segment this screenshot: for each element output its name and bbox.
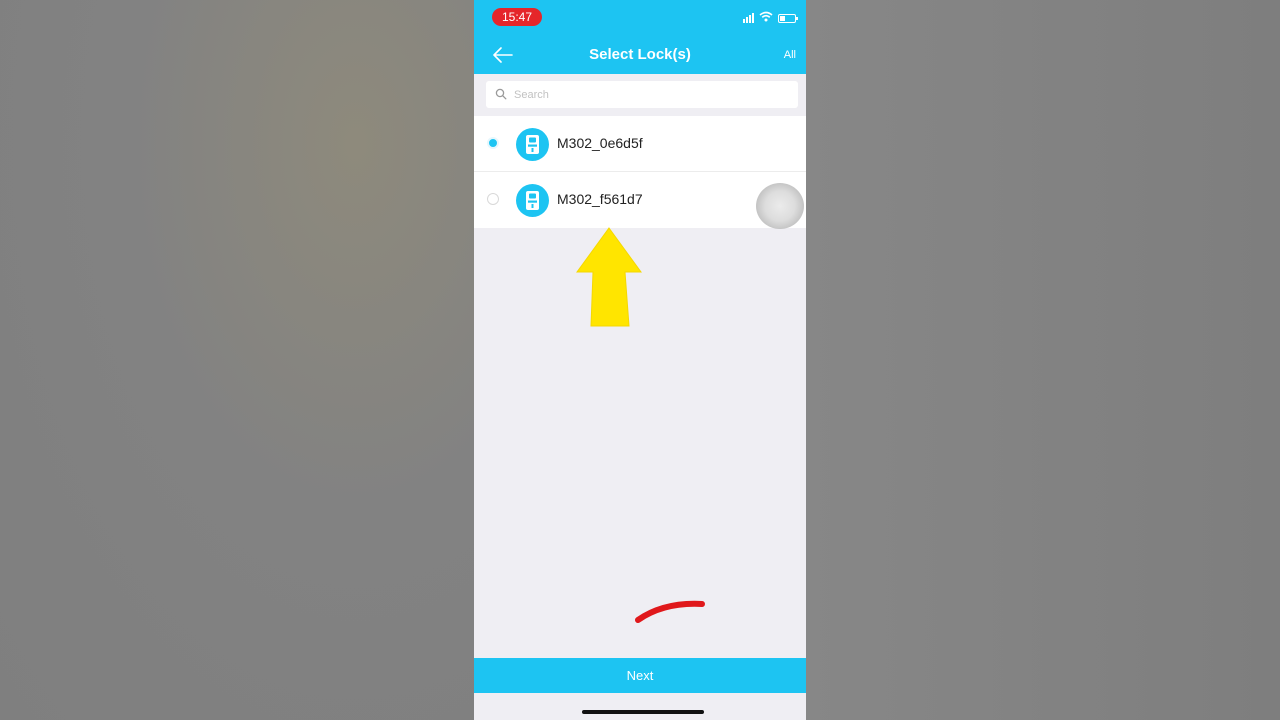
phone-screen: 15:47 Select Lock(s) All Search M302_0e6… — [474, 0, 806, 720]
back-button[interactable] — [492, 45, 514, 65]
status-bar: 15:47 — [474, 0, 806, 36]
lock-list-item[interactable]: M302_0e6d5f — [474, 116, 806, 172]
page-title: Select Lock(s) — [589, 46, 691, 63]
smart-lock-icon — [516, 184, 549, 217]
arrow-left-icon — [493, 47, 513, 63]
status-time: 15:47 — [492, 8, 542, 26]
smart-lock-icon — [516, 128, 549, 161]
status-icons — [743, 9, 798, 27]
home-indicator[interactable] — [582, 710, 704, 714]
lock-name: M302_f561d7 — [557, 191, 643, 207]
search-input[interactable] — [514, 81, 784, 108]
lock-radio-unselected[interactable] — [487, 193, 499, 205]
navigation-bar: Select Lock(s) All — [474, 36, 806, 74]
yellow-arrow-annotation — [576, 227, 642, 327]
blurred-background-right — [806, 0, 1280, 720]
blurred-background-left — [0, 0, 474, 720]
lock-name: M302_0e6d5f — [557, 135, 643, 151]
select-all-button[interactable]: All — [784, 49, 796, 61]
next-button[interactable]: Next — [474, 658, 806, 693]
search-bar — [474, 74, 806, 116]
touch-indicator — [756, 183, 804, 229]
battery-icon — [778, 13, 798, 23]
search-icon — [495, 88, 507, 100]
cellular-signal-icon — [743, 13, 754, 23]
search-box[interactable] — [486, 81, 798, 108]
red-scribble-annotation — [635, 600, 705, 623]
wifi-icon — [759, 9, 773, 27]
lock-radio-selected[interactable] — [487, 137, 499, 149]
